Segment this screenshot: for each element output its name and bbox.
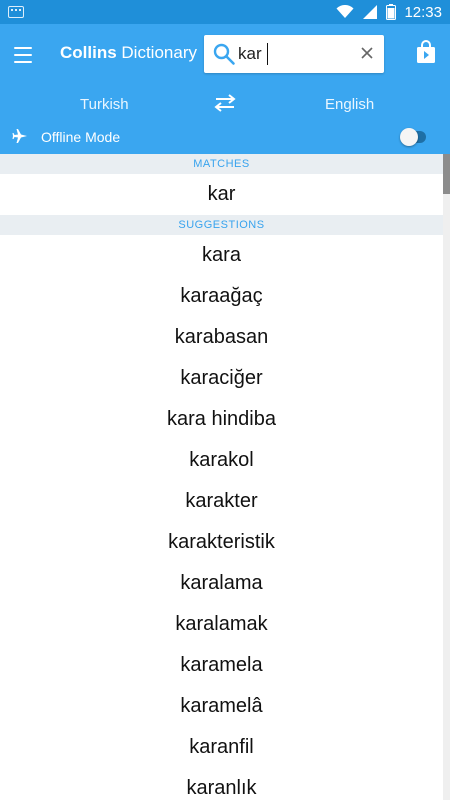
suggestion-item[interactable]: karamela — [0, 645, 443, 686]
bag-icon[interactable] — [416, 40, 436, 64]
search-input[interactable] — [238, 41, 354, 67]
clear-icon[interactable] — [360, 46, 374, 60]
results-list[interactable]: MATCHES kar SUGGESTIONS kara karaağaç ka… — [0, 154, 443, 800]
suggestion-item[interactable]: karamelâ — [0, 686, 443, 727]
keyboard-icon — [8, 6, 24, 18]
suggestion-item[interactable]: karakteristik — [0, 522, 443, 563]
suggestion-item[interactable]: karanfil — [0, 727, 443, 768]
text-cursor — [267, 43, 268, 65]
menu-icon[interactable] — [14, 47, 32, 63]
swap-icon[interactable] — [214, 93, 236, 113]
clock: 12:33 — [404, 3, 442, 21]
wifi-icon — [336, 5, 354, 18]
app-title-rest: Dictionary — [121, 43, 197, 62]
search-box[interactable] — [204, 35, 384, 73]
suggestion-item[interactable]: kara — [0, 235, 443, 276]
signal-icon — [363, 5, 378, 19]
suggestion-item[interactable]: karalama — [0, 563, 443, 604]
offline-mode-label: Offline Mode — [41, 129, 121, 145]
suggestion-item[interactable]: karakol — [0, 440, 443, 481]
offline-mode-toggle[interactable] — [400, 128, 426, 146]
airplane-icon — [12, 129, 27, 143]
suggestion-item[interactable]: karalamak — [0, 604, 443, 645]
battery-icon — [386, 4, 397, 20]
scrollbar[interactable] — [443, 154, 450, 800]
app-title-brand: Collins — [60, 43, 117, 62]
matches-header: MATCHES — [0, 154, 443, 174]
suggestion-item[interactable]: karaağaç — [0, 276, 443, 317]
suggestion-item[interactable]: karabasan — [0, 317, 443, 358]
app-bar: Collins Dictionary Turkish English Offli… — [0, 24, 450, 154]
search-icon — [213, 43, 235, 65]
toggle-knob — [400, 128, 418, 146]
status-bar: 12:33 — [0, 0, 450, 24]
match-item[interactable]: kar — [0, 174, 443, 215]
app-title: Collins Dictionary — [60, 43, 197, 63]
suggestion-item[interactable]: kara hindiba — [0, 399, 443, 440]
suggestions-header: SUGGESTIONS — [0, 215, 443, 235]
suggestion-item[interactable]: karakter — [0, 481, 443, 522]
scrollbar-thumb[interactable] — [443, 154, 450, 194]
source-language[interactable]: Turkish — [80, 96, 129, 113]
target-language[interactable]: English — [325, 96, 374, 113]
suggestion-item[interactable]: karaciğer — [0, 358, 443, 399]
suggestion-item[interactable]: karanlık — [0, 768, 443, 800]
